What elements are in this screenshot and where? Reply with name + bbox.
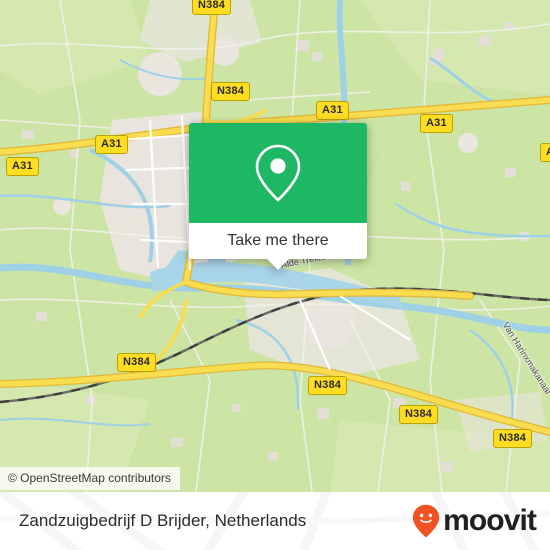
location-pin-icon [255,144,301,202]
popup-pointer [267,259,289,270]
popup-header [189,123,367,223]
road-shield[interactable]: N384 [399,405,439,424]
take-me-there-button[interactable]: Take me there [189,223,367,259]
road-shield[interactable]: A31 [420,114,453,133]
road-shield[interactable]: N384 [493,429,533,448]
road-shield[interactable]: A31 [540,143,550,162]
place-title: Zandzuigbedrijf D Brijder, Netherlands [19,511,307,530]
location-popup[interactable]: Take me there [189,123,367,270]
road-shield[interactable]: A31 [6,157,39,176]
road-shield[interactable]: N384 [308,376,348,395]
moovit-smiley-pin-icon [412,504,440,538]
moovit-logo[interactable]: moovit [412,504,537,538]
osm-attribution[interactable]: © OpenStreetMap contributors [0,467,180,490]
take-me-there-label: Take me there [227,232,329,249]
road-shield[interactable]: N384 [211,82,251,101]
road-shield[interactable]: N384 [117,353,157,372]
road-shield[interactable]: N384 [192,0,232,15]
road-shield[interactable]: A31 [95,135,128,154]
map-canvas[interactable]: N384 N384 A31 A31 A31 A31 N384 N384 N384… [0,0,550,492]
road-shield[interactable]: A31 [316,101,349,120]
map-screenshot: N384 N384 A31 A31 A31 A31 N384 N384 N384… [0,0,550,550]
moovit-wordmark: moovit [443,504,537,537]
footer-bar: Zandzuigbedrijf D Brijder, Netherlands m… [0,492,550,550]
